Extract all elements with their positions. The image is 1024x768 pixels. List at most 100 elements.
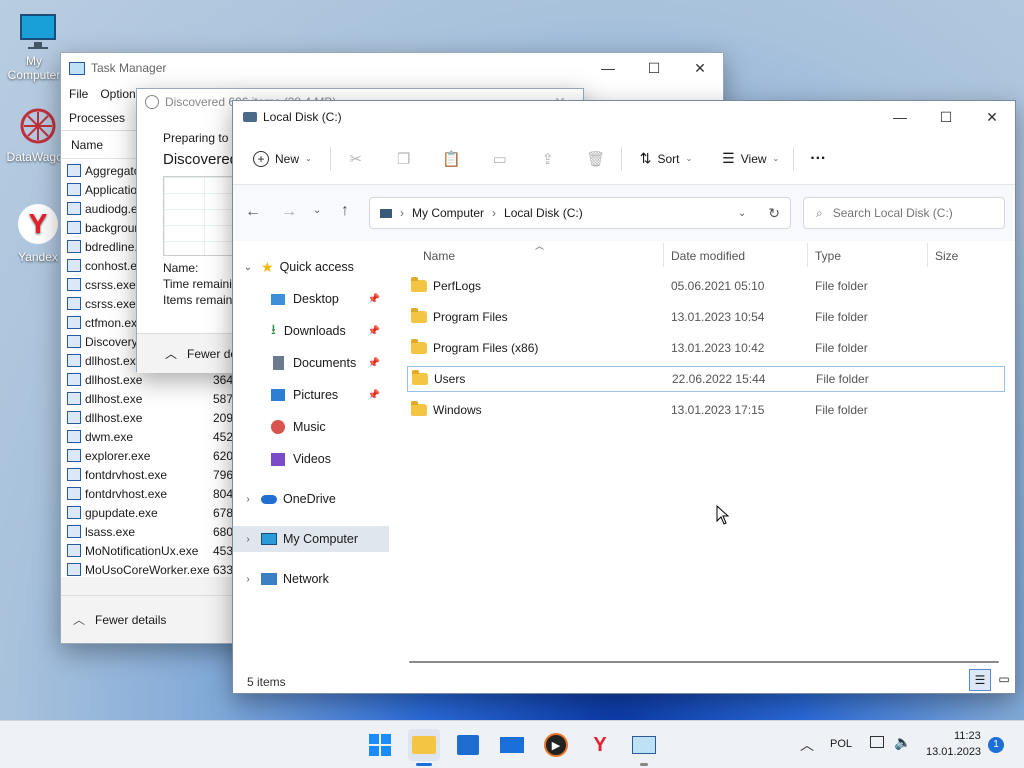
process-name: fontdrvhost.exe [85,486,168,501]
column-header-type[interactable]: Type [815,249,841,263]
nav-label: OneDrive [283,492,336,506]
chevron-right-icon[interactable]: › [241,574,255,585]
clock-date[interactable]: 13.01.2023 [926,746,981,758]
mouse-cursor-icon [716,504,730,528]
network-icon [261,573,277,585]
chevron-right-icon[interactable]: › [241,534,255,545]
maximize-icon[interactable]: ☐ [631,53,677,83]
sort-button[interactable]: ⇅ Sort ⌄ [632,143,700,175]
tab-processes[interactable]: Processes [69,111,125,125]
notification-badge[interactable]: 1 [988,737,1004,753]
computer-icon [261,533,277,545]
close-icon[interactable]: ✕ [677,53,723,83]
sort-label: Sort [657,151,680,166]
chevron-down-icon[interactable]: ⌄ [241,262,255,273]
share-icon[interactable]: ⇪ [533,150,563,168]
volume-icon[interactable]: 🔈 [894,734,911,751]
horizontal-scrollbar[interactable] [409,661,999,663]
chevron-right-icon[interactable]: › [241,494,255,505]
maximize-icon[interactable]: ☐ [923,101,969,133]
nav-pictures[interactable]: Pictures 📌 [233,382,388,408]
menu-file[interactable]: File [69,87,88,101]
nav-music[interactable]: Music [233,414,388,440]
nav-desktop[interactable]: Desktop 📌 [233,286,388,312]
taskbar-media-player[interactable]: ▶ [540,729,572,761]
pin-icon[interactable]: 📌 [368,326,380,337]
column-header-name[interactable]: Name [423,249,455,263]
search-box[interactable]: ⌕ [803,197,1005,229]
taskbar-mail[interactable] [496,729,528,761]
nav-quick-access[interactable]: ⌄ ★ Quick access [233,254,388,280]
pin-icon[interactable]: 📌 [368,358,380,369]
nav-label: Videos [293,452,331,466]
more-options-icon[interactable]: ··· [800,150,836,168]
nav-label: Music [293,420,326,434]
cut-icon[interactable]: ✂ [341,150,371,168]
minimize-icon[interactable]: — [877,101,923,133]
process-icon [67,449,81,462]
refresh-icon[interactable]: ↻ [768,205,780,222]
back-arrow-icon[interactable]: ← [245,203,261,221]
close-icon[interactable]: ✕ [969,101,1015,133]
plus-circle-icon: + [253,150,269,167]
details-view-icon[interactable]: ☰ [969,669,991,691]
process-icon [67,278,81,291]
task-manager-icon [69,61,85,75]
taskbar-store[interactable] [452,729,484,761]
search-input[interactable] [832,206,983,220]
chevron-up-icon: ︿ [165,347,178,361]
paste-icon[interactable]: 📋 [437,150,467,168]
breadcrumb-my-computer[interactable]: My Computer [412,206,484,220]
explorer-title-bar[interactable]: Local Disk (C:) — ☐ ✕ [233,101,1015,133]
language-indicator[interactable]: POL [830,738,852,750]
file-row[interactable]: PerfLogs 05.06.2021 05:10 File folder [407,273,1005,299]
column-header-date[interactable]: Date modified [671,249,745,263]
process-icon [67,259,81,272]
delete-icon[interactable]: 🗑 [581,150,611,168]
taskbar-file-explorer[interactable] [408,729,440,761]
clock-time[interactable]: 11:23 [954,730,981,742]
nav-label: Downloads [283,324,346,338]
minimize-icon[interactable]: — [585,53,631,83]
nav-onedrive[interactable]: › OneDrive [233,486,388,512]
address-bar[interactable]: › My Computer › Local Disk (C:) ⌄ ↻ [369,197,791,229]
file-row[interactable]: Windows 13.01.2023 17:15 File folder [407,397,1005,423]
file-explorer-window: Local Disk (C:) — ☐ ✕ + New ⌄ ✂ ❐ 📋 ▭ ⇪ … [232,100,1016,694]
nav-label: Network [283,572,329,586]
view-button[interactable]: ☰ View ⌄ [714,143,787,175]
nav-my-computer[interactable]: › My Computer [233,526,389,552]
chevron-up-icon[interactable]: ︿ [800,735,814,755]
folder-icon [412,370,428,385]
new-button[interactable]: + New ⌄ [245,143,320,175]
network-status-icon[interactable] [870,736,884,748]
sort-up-icon: ︿ [535,241,545,251]
recent-dropdown-icon[interactable]: ⌄ [313,205,321,216]
column-header-size[interactable]: Size [935,249,958,263]
up-arrow-icon[interactable]: ↑ [341,202,349,220]
computer-icon [380,208,392,218]
pin-icon[interactable]: 📌 [368,294,380,305]
file-row[interactable]: Program Files 13.01.2023 10:54 File folder [407,304,1005,330]
nav-videos[interactable]: Videos [233,446,388,472]
tiles-view-icon[interactable]: ▭ [993,669,1015,691]
breadcrumb-local-disk[interactable]: Local Disk (C:) [504,206,583,220]
chevron-down-icon: ⌄ [772,154,780,163]
taskbar-yandex[interactable]: Y [584,729,616,761]
process-icon [67,316,81,329]
file-row[interactable]: Users 22.06.2022 15:44 File folder [407,366,1005,392]
copy-icon[interactable]: ❐ [389,150,419,168]
address-dropdown-icon[interactable]: ⌄ [738,208,746,219]
nav-documents[interactable]: Documents 📌 [233,350,388,376]
rename-icon[interactable]: ▭ [485,150,515,168]
forward-arrow-icon[interactable]: → [281,203,297,221]
nav-network[interactable]: › Network [233,566,388,592]
file-row[interactable]: Program Files (x86) 13.01.2023 10:42 File … [407,335,1005,361]
start-button[interactable] [364,729,396,761]
nav-downloads[interactable]: ⭳ Downloads 📌 [233,318,388,344]
column-header-name[interactable]: Name [71,138,103,152]
datawagon-icon [16,104,60,148]
pin-icon[interactable]: 📌 [368,390,380,401]
taskbar-task-manager[interactable] [628,729,660,761]
task-manager-title-bar[interactable]: Task Manager — ☐ ✕ [61,53,723,83]
process-icon [67,373,81,386]
